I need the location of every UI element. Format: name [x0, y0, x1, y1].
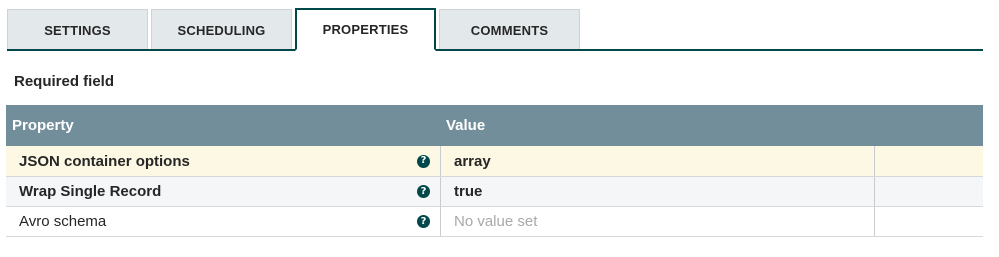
property-value-cell[interactable]: No value set: [441, 207, 875, 236]
property-name-cell: Wrap Single Record ?: [6, 177, 441, 206]
property-value-placeholder: No value set: [454, 213, 538, 230]
property-name: JSON container options: [19, 152, 190, 170]
table-header: Property Value: [6, 105, 983, 146]
column-header-property[interactable]: Property: [6, 117, 441, 134]
question-circle-icon[interactable]: ?: [417, 215, 430, 228]
tab-scheduling[interactable]: SCHEDULING: [151, 9, 292, 51]
property-name-cell: JSON container options ?: [6, 146, 441, 176]
row-actions-cell: [875, 146, 983, 176]
property-value-cell[interactable]: true: [441, 177, 875, 206]
tab-bar: SETTINGS SCHEDULING PROPERTIES COMMENTS: [7, 8, 983, 51]
properties-table: Property Value JSON container options ? …: [6, 105, 983, 237]
question-circle-icon[interactable]: ?: [417, 154, 430, 168]
table-row[interactable]: JSON container options ? array: [6, 146, 983, 177]
property-value: array: [454, 152, 491, 170]
question-circle-icon[interactable]: ?: [417, 185, 430, 198]
table-row[interactable]: Avro schema ? No value set: [6, 207, 983, 237]
tab-underline: [7, 49, 983, 51]
row-actions-cell: [875, 207, 983, 236]
table-row[interactable]: Wrap Single Record ? true: [6, 177, 983, 207]
property-name-cell: Avro schema ?: [6, 207, 441, 236]
row-actions-cell: [875, 177, 983, 206]
processor-config-dialog: SETTINGS SCHEDULING PROPERTIES COMMENTS …: [0, 0, 999, 257]
tab-comments[interactable]: COMMENTS: [439, 9, 580, 51]
property-value: true: [454, 183, 483, 200]
tab-settings[interactable]: SETTINGS: [7, 9, 148, 51]
column-header-value[interactable]: Value: [441, 117, 485, 134]
property-value-cell[interactable]: array: [441, 146, 875, 176]
property-name: Avro schema: [19, 213, 107, 230]
required-field-label: Required field: [14, 73, 115, 90]
tab-properties[interactable]: PROPERTIES: [295, 8, 436, 51]
property-name: Wrap Single Record: [19, 183, 162, 200]
